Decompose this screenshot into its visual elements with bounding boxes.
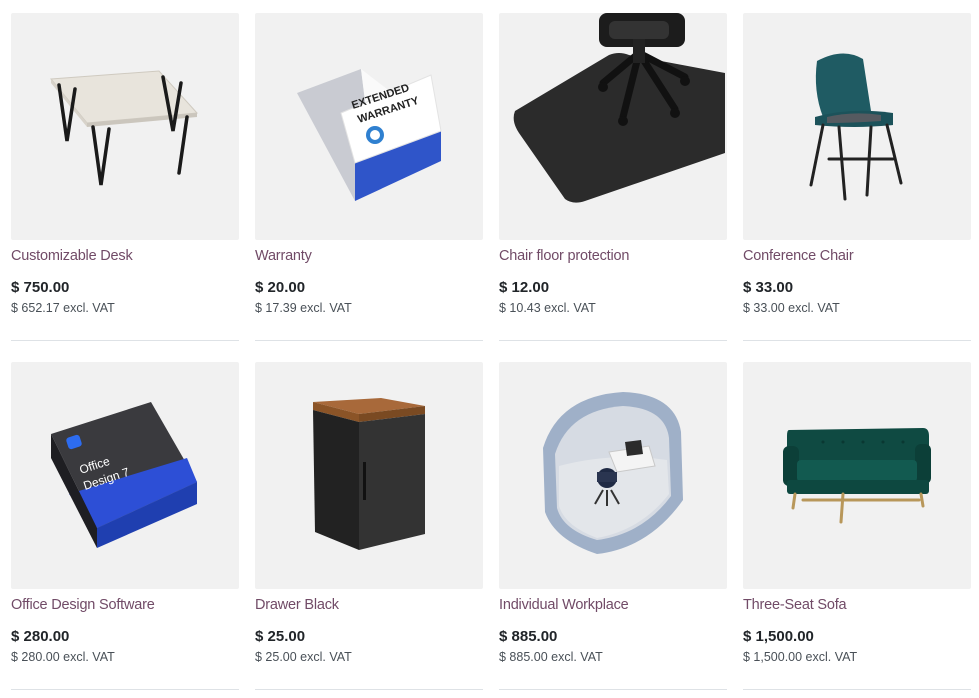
product-price: $ 885.00: [499, 628, 558, 645]
card-divider: [11, 340, 239, 341]
product-price: $ 25.00: [255, 628, 306, 645]
product-price-excl-vat: $ 1,500.00 excl. VAT: [743, 650, 858, 664]
product-card[interactable]: Individual Workplace $ 885.00 $ 885.00 e…: [499, 362, 727, 690]
product-card[interactable]: Conference Chair $ 33.00 $ 33.00 excl. V…: [743, 13, 971, 341]
floor-mat-image[interactable]: [499, 13, 727, 240]
product-price: $ 33.00: [743, 279, 794, 296]
card-divider: [499, 689, 727, 690]
card-divider: [743, 689, 971, 690]
card-divider: [255, 689, 483, 690]
card-divider: [255, 340, 483, 341]
workpod-image[interactable]: [499, 362, 727, 589]
product-price: $ 12.00: [499, 279, 550, 296]
sofa-image[interactable]: [743, 362, 971, 589]
product-price-excl-vat: $ 652.17 excl. VAT: [11, 301, 115, 315]
product-price: $ 1,500.00: [743, 628, 814, 645]
product-name[interactable]: Office Design Software: [11, 597, 155, 613]
chair-image[interactable]: [743, 13, 971, 240]
software-box-image[interactable]: Office Design 7: [11, 362, 239, 589]
card-divider: [743, 340, 971, 341]
product-name[interactable]: Warranty: [255, 248, 312, 264]
product-name[interactable]: Three-Seat Sofa: [743, 597, 847, 613]
product-name[interactable]: Drawer Black: [255, 597, 339, 613]
product-name[interactable]: Conference Chair: [743, 248, 854, 264]
product-price-excl-vat: $ 25.00 excl. VAT: [255, 650, 352, 664]
card-divider: [11, 689, 239, 690]
card-divider: [499, 340, 727, 341]
product-price-excl-vat: $ 33.00 excl. VAT: [743, 301, 840, 315]
product-card[interactable]: Customizable Desk $ 750.00 $ 652.17 excl…: [11, 13, 239, 341]
product-name[interactable]: Individual Workplace: [499, 597, 629, 613]
product-card[interactable]: Chair floor protection $ 12.00 $ 10.43 e…: [499, 13, 727, 341]
product-price-excl-vat: $ 885.00 excl. VAT: [499, 650, 603, 664]
product-price: $ 280.00: [11, 628, 70, 645]
product-price-excl-vat: $ 10.43 excl. VAT: [499, 301, 596, 315]
desk-image[interactable]: [11, 13, 239, 240]
product-price-excl-vat: $ 280.00 excl. VAT: [11, 650, 115, 664]
product-card[interactable]: Three-Seat Sofa $ 1,500.00 $ 1,500.00 ex…: [743, 362, 971, 690]
warranty-box-image[interactable]: EXTENDED WARRANTY: [255, 13, 483, 240]
product-name[interactable]: Chair floor protection: [499, 248, 629, 264]
product-price: $ 20.00: [255, 279, 306, 296]
product-name[interactable]: Customizable Desk: [11, 248, 133, 264]
product-grid: Customizable Desk $ 750.00 $ 652.17 excl…: [11, 13, 971, 690]
product-price-excl-vat: $ 17.39 excl. VAT: [255, 301, 352, 315]
product-card[interactable]: Drawer Black $ 25.00 $ 25.00 excl. VAT: [255, 362, 483, 690]
drawer-image[interactable]: [255, 362, 483, 589]
product-price: $ 750.00: [11, 279, 70, 296]
product-card[interactable]: Office Design 7 Office Design Software $…: [11, 362, 239, 690]
product-card[interactable]: EXTENDED WARRANTY Warranty $ 20.00 $ 17.…: [255, 13, 483, 341]
